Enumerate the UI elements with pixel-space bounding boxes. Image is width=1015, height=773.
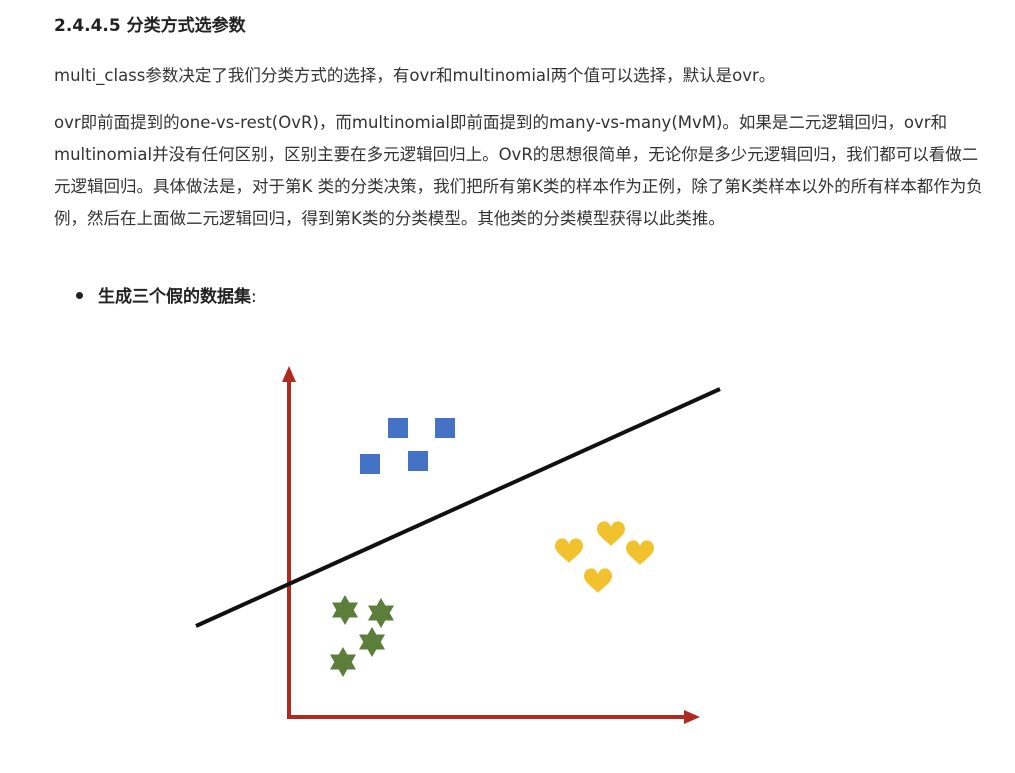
square-cluster <box>360 418 455 474</box>
square-marker <box>360 454 380 474</box>
star-cluster <box>330 595 394 677</box>
star-marker <box>359 627 385 657</box>
heart-marker <box>584 568 612 593</box>
decision-boundary <box>195 387 721 628</box>
x-axis-arrowhead <box>684 710 700 724</box>
heart-marker <box>555 538 583 563</box>
heart-marker <box>626 540 654 565</box>
classification-illustration <box>195 366 721 724</box>
star-marker <box>368 598 394 628</box>
star-marker <box>332 595 358 625</box>
y-axis-arrowhead <box>282 366 296 382</box>
square-marker <box>435 418 455 438</box>
heart-cluster <box>555 521 654 593</box>
square-marker <box>388 418 408 438</box>
heart-marker <box>597 521 625 546</box>
star-marker <box>330 647 356 677</box>
square-marker <box>408 451 428 471</box>
